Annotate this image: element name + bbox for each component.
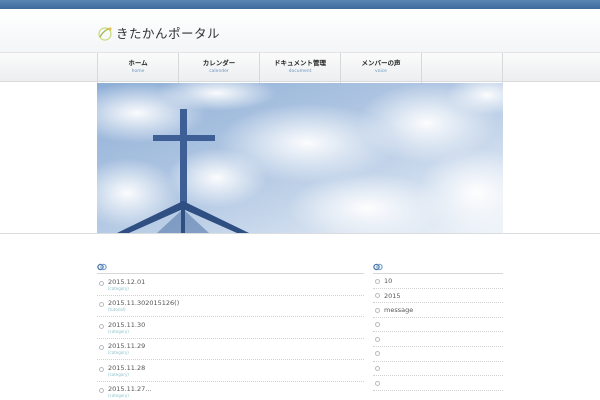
sidebar-list: 10 2015 message xyxy=(373,274,503,391)
news-date[interactable]: 2015.11.27... xyxy=(108,382,364,394)
nav-label: ホーム xyxy=(128,59,148,67)
nav-sublabel: voice xyxy=(375,69,387,74)
news-item[interactable]: 2015.11.302015126() (tutorial) xyxy=(97,296,364,317)
nav-sublabel: home xyxy=(131,69,145,74)
hero-image xyxy=(97,83,503,233)
link-chain-icon xyxy=(373,263,383,271)
news-date[interactable]: 2015.11.30 xyxy=(108,317,364,329)
nav-item-empty[interactable] xyxy=(421,53,503,83)
sidebar-item[interactable] xyxy=(373,318,503,333)
global-nav: ホーム home カレンダー calender ドキュメント管理 documen… xyxy=(0,52,600,83)
nav-label: ドキュメント管理 xyxy=(274,59,326,67)
bullet-circle-icon xyxy=(375,351,380,357)
bullet-circle-icon xyxy=(99,302,104,307)
news-category[interactable]: (tutorial) xyxy=(108,307,364,313)
sidebar-item[interactable]: 10 xyxy=(373,274,503,289)
bullet-circle-icon xyxy=(375,380,380,386)
sidebar-item[interactable] xyxy=(373,376,503,391)
nav-item-home[interactable]: ホーム home xyxy=(97,53,178,83)
hero-cross-sky-image xyxy=(97,83,503,233)
bullet-circle-icon xyxy=(99,280,104,286)
news-item[interactable]: 2015.11.28 (category) xyxy=(97,360,364,382)
nav-item-document[interactable]: ドキュメント管理 document xyxy=(259,53,340,83)
news-category[interactable]: (category) xyxy=(108,372,364,378)
nav-item-voice[interactable]: メンバーの声 voice xyxy=(340,53,421,83)
news-date[interactable]: 2015.11.28 xyxy=(108,360,364,372)
link-chain-icon xyxy=(97,263,107,271)
sidebar-item[interactable] xyxy=(373,347,503,362)
bullet-circle-icon xyxy=(99,388,104,393)
news-category[interactable]: (category) xyxy=(108,286,364,292)
sidebar-item[interactable]: 2015 xyxy=(373,289,503,304)
news-section: 2015.12.01 (category) 2015.11.302015126(… xyxy=(97,262,364,400)
news-date[interactable]: 2015.11.29 xyxy=(108,339,364,351)
nav-label: カレンダー xyxy=(202,59,236,67)
nav-label: メンバーの声 xyxy=(361,59,401,67)
nav-sublabel: calender xyxy=(209,69,229,74)
news-category[interactable]: (category) xyxy=(108,329,364,335)
sidebar-item-label[interactable]: 10 xyxy=(384,274,503,288)
news-date[interactable]: 2015.11.302015126() xyxy=(108,296,364,308)
nav-sublabel: document xyxy=(288,69,312,74)
sidebar-item-label[interactable]: message xyxy=(384,303,503,317)
news-list: 2015.12.01 (category) 2015.11.302015126(… xyxy=(97,274,364,400)
news-date[interactable]: 2015.12.01 xyxy=(108,274,364,286)
news-category[interactable]: (category) xyxy=(108,350,364,356)
site-title: きたかんポータル xyxy=(116,26,221,41)
sidebar-item[interactable] xyxy=(373,362,503,377)
top-accent-bar xyxy=(0,0,600,9)
bullet-circle-icon xyxy=(375,307,380,313)
news-section-header xyxy=(97,262,364,274)
sidebar-item-label[interactable]: 2015 xyxy=(384,289,503,303)
news-item[interactable]: 2015.11.29 (category) xyxy=(97,339,364,360)
logo-leaf-icon xyxy=(98,26,112,41)
bullet-circle-icon xyxy=(99,345,104,350)
sidebar-item[interactable] xyxy=(373,332,503,347)
news-category[interactable]: (category) xyxy=(108,393,364,399)
bullet-circle-icon xyxy=(375,336,380,342)
bullet-circle-icon xyxy=(375,366,380,372)
bullet-circle-icon xyxy=(375,322,380,328)
bullet-circle-icon xyxy=(99,323,104,329)
news-item[interactable]: 2015.11.27... (category) xyxy=(97,382,364,400)
site-logo[interactable]: きたかんポータル xyxy=(97,23,220,42)
sidebar-item[interactable]: message xyxy=(373,303,503,318)
site-header: きたかんポータル xyxy=(0,9,600,52)
sidebar: 10 2015 message xyxy=(373,262,503,391)
nav-item-calendar[interactable]: カレンダー calender xyxy=(178,53,259,83)
sidebar-section-header xyxy=(373,262,503,274)
bullet-circle-icon xyxy=(375,293,380,299)
bullet-circle-icon xyxy=(99,366,104,372)
news-item[interactable]: 2015.11.30 (category) xyxy=(97,317,364,339)
news-item[interactable]: 2015.12.01 (category) xyxy=(97,274,364,296)
bullet-circle-icon xyxy=(375,278,380,284)
